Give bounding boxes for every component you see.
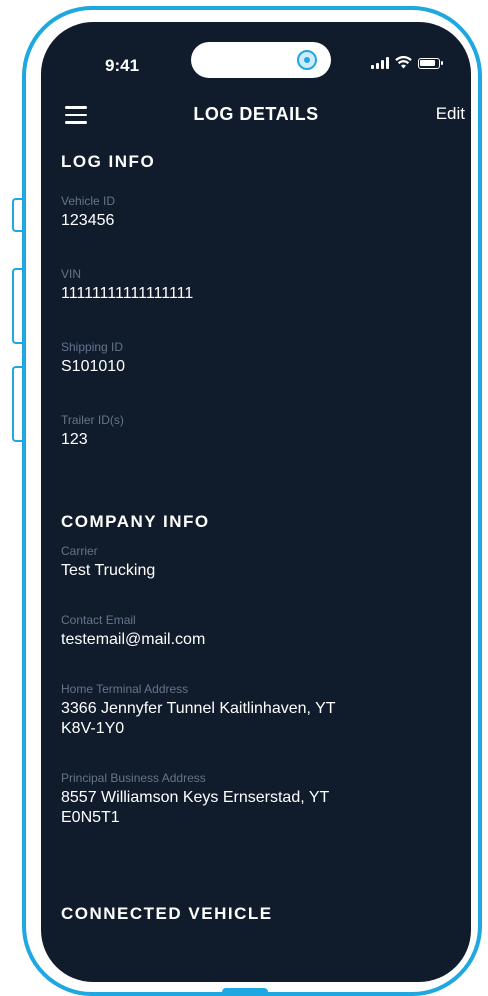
silent-switch[interactable]	[12, 198, 22, 232]
field-value: 123	[61, 431, 88, 448]
status-icons	[371, 56, 443, 69]
field-shipping-id: Shipping ID S101010	[61, 340, 461, 377]
field-label: Shipping ID	[61, 340, 124, 354]
phone-screen: 9:41 LOG DETAILS Edit LOG INFO Vehicle I…	[41, 22, 471, 982]
field-trailer-ids: Trailer ID(s) 123	[61, 413, 461, 450]
field-value: testemail@mail.com	[61, 631, 206, 648]
field-value: 3366 Jennyfer Tunnel Kaitlinhaven, YT	[61, 700, 336, 717]
battery-icon	[418, 58, 443, 69]
field-home-terminal-address: Home Terminal Address 3366 Jennyfer Tunn…	[61, 682, 461, 739]
section-title: LOG INFO	[61, 152, 156, 171]
volume-down-button[interactable]	[12, 366, 22, 442]
field-label: Home Terminal Address	[61, 682, 189, 696]
page-title: LOG DETAILS	[193, 104, 319, 124]
dynamic-island	[191, 42, 331, 78]
field-label: VIN	[61, 267, 82, 281]
signal-icon	[371, 57, 389, 69]
field-value: 11111111111111111	[61, 285, 194, 302]
field-vin: VIN 11111111111111111	[61, 267, 461, 304]
field-vehicle-id: Vehicle ID 123456	[61, 194, 461, 231]
field-label: Vehicle ID	[61, 194, 116, 208]
field-label: Carrier	[61, 544, 98, 558]
wifi-icon	[395, 56, 412, 69]
field-carrier: Carrier Test Trucking	[61, 544, 461, 581]
field-value: 8557 Williamson Keys Ernserstad, YT	[61, 789, 330, 806]
section-title: COMPANY INFO	[61, 512, 210, 531]
app-header: LOG DETAILS Edit	[41, 96, 471, 136]
field-principal-business-address: Principal Business Address 8557 Williams…	[61, 771, 461, 828]
field-value-line2: E0N5T1	[61, 809, 120, 826]
camera-icon	[297, 50, 317, 70]
volume-up-button[interactable]	[12, 268, 22, 344]
field-value: 123456	[61, 212, 115, 229]
section-connected-vehicle: CONNECTED VEHICLE	[61, 904, 461, 924]
home-indicator	[222, 988, 268, 995]
edit-button[interactable]: Edit	[436, 104, 465, 124]
field-contact-email: Contact Email testemail@mail.com	[61, 613, 461, 650]
status-time: 9:41	[105, 56, 140, 75]
field-value: S101010	[61, 358, 126, 375]
section-company-info: COMPANY INFO Carrier Test Trucking Conta…	[61, 512, 461, 828]
field-value-line2: K8V-1Y0	[61, 720, 125, 737]
log-details-content: LOG INFO Vehicle ID 123456 VIN 111111111…	[61, 152, 461, 924]
section-log-info: LOG INFO Vehicle ID 123456 VIN 111111111…	[61, 152, 461, 450]
field-label: Trailer ID(s)	[61, 413, 124, 427]
field-label: Contact Email	[61, 613, 136, 627]
field-label: Principal Business Address	[61, 771, 206, 785]
field-value: Test Trucking	[61, 562, 156, 579]
section-title: CONNECTED VEHICLE	[61, 904, 273, 923]
